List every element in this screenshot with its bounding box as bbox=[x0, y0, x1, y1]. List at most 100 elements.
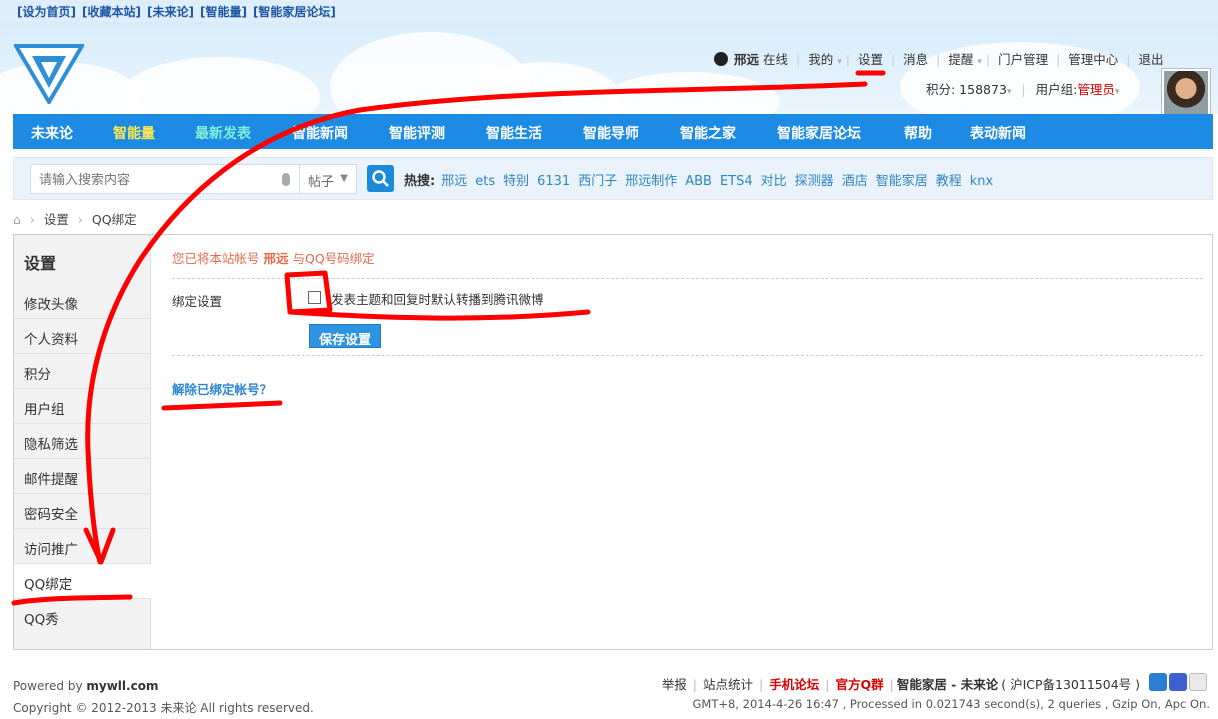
nav-item-zhinengliang[interactable]: 智能量 bbox=[113, 123, 155, 143]
top-link-zhinengliang[interactable]: [智能量] bbox=[200, 5, 247, 19]
sidebar-item-qq-show[interactable]: QQ秀 bbox=[14, 599, 150, 634]
nav-item-news[interactable]: 智能新闻 bbox=[292, 123, 348, 143]
hot-item[interactable]: 教程 bbox=[936, 174, 962, 189]
sidebar-item-email[interactable]: 邮件提醒 bbox=[14, 459, 150, 494]
search-button[interactable] bbox=[367, 165, 394, 192]
divider: | bbox=[985, 52, 991, 67]
footer-site-name[interactable]: 智能家居 - 未来论 bbox=[897, 677, 998, 692]
user-info: 积分: 158873▾ | 用户组:管理员▾ bbox=[926, 79, 1119, 98]
weibo-share-label[interactable]: 发表主题和回复时默认转播到腾讯微博 bbox=[331, 289, 544, 308]
divider: | bbox=[796, 52, 801, 67]
top-link-favorite[interactable]: [收藏本站] bbox=[82, 5, 141, 19]
top-link-forum[interactable]: [智能家居论坛] bbox=[253, 5, 336, 19]
footer-left: Powered by mywll.com Copyright © 2012-20… bbox=[13, 675, 314, 719]
avatar[interactable] bbox=[1161, 68, 1211, 118]
hot-item[interactable]: 酒店 bbox=[842, 174, 868, 189]
chevron-down-icon: ▾ bbox=[1114, 87, 1120, 97]
hot-item[interactable]: ABB bbox=[685, 174, 712, 189]
weibo-share-checkbox[interactable] bbox=[308, 291, 321, 304]
divider: | bbox=[889, 677, 894, 692]
site-logo-icon[interactable] bbox=[14, 44, 84, 104]
online-status: 在线 bbox=[763, 52, 789, 67]
qq-icon bbox=[714, 52, 728, 66]
nav-item-dynamic-news[interactable]: 表动新闻 bbox=[970, 123, 1026, 143]
top-link-weilailun[interactable]: [未来论] bbox=[147, 5, 194, 19]
nav-item-home[interactable]: 智能之家 bbox=[680, 123, 736, 143]
chevron-down-icon: ▾ bbox=[837, 57, 842, 67]
bind-settings-label: 绑定设置 bbox=[172, 294, 223, 309]
username[interactable]: 邢远 bbox=[734, 49, 759, 68]
top-link-home[interactable]: [设为首页] bbox=[17, 5, 76, 19]
divider: | bbox=[936, 52, 941, 67]
footer-link-report[interactable]: 举报 bbox=[662, 677, 687, 692]
divider bbox=[172, 355, 1203, 356]
sidebar-item-password[interactable]: 密码安全 bbox=[14, 494, 150, 529]
nav-item-help[interactable]: 帮助 bbox=[904, 123, 932, 143]
hot-item[interactable]: 智能家居 bbox=[876, 174, 928, 189]
notice-prefix: 您已将本站帐号 bbox=[172, 251, 260, 266]
sidebar-item-usergroup[interactable]: 用户组 bbox=[14, 389, 150, 424]
settings-panel: 设置 修改头像 个人资料 积分 用户组 隐私筛选 邮件提醒 密码安全 访问推广 … bbox=[13, 234, 1213, 650]
divider: | bbox=[825, 677, 830, 692]
group-value[interactable]: 管理员 bbox=[1077, 82, 1115, 97]
sidebar-item-profile[interactable]: 个人资料 bbox=[14, 319, 150, 354]
nav-item-forum[interactable]: 智能家居论坛 bbox=[777, 123, 861, 143]
menu-admin-center[interactable]: 管理中心 bbox=[1068, 49, 1118, 68]
menu-my[interactable]: 我的 bbox=[808, 49, 833, 68]
breadcrumb-qq-bind: QQ绑定 bbox=[91, 212, 137, 227]
hot-item[interactable]: 西门子 bbox=[578, 174, 617, 189]
nav-item-weilailun[interactable]: 未来论 bbox=[31, 123, 73, 143]
hot-item[interactable]: ETS4 bbox=[720, 174, 753, 189]
search-type-select[interactable]: 帖子 ▼ bbox=[299, 164, 357, 194]
nav-item-life[interactable]: 智能生活 bbox=[486, 123, 542, 143]
search-type-value: 帖子 bbox=[308, 175, 335, 190]
google-badge-icon[interactable] bbox=[1149, 673, 1167, 691]
sidebar-item-promotion[interactable]: 访问推广 bbox=[14, 529, 150, 564]
notice-suffix: 与QQ号码绑定 bbox=[292, 251, 375, 266]
menu-messages[interactable]: 消息 bbox=[903, 49, 928, 68]
sidebar-item-privacy[interactable]: 隐私筛选 bbox=[14, 424, 150, 459]
footer-link-stats[interactable]: 站点统计 bbox=[703, 677, 753, 692]
hot-item[interactable]: 6131 bbox=[537, 174, 570, 189]
footer-icp[interactable]: ( 沪ICP备13011504号 ) bbox=[1001, 677, 1140, 692]
unbind-account-link[interactable]: 解除已绑定帐号？ bbox=[172, 379, 272, 398]
hot-item[interactable]: 特别 bbox=[503, 174, 529, 189]
footer-link-qq-group[interactable]: 官方Q群 bbox=[835, 677, 883, 692]
powered-by: Powered by mywll.com bbox=[13, 675, 314, 697]
hot-item[interactable]: 邢远 bbox=[441, 174, 467, 189]
divider bbox=[172, 278, 1203, 279]
menu-reminders[interactable]: 提醒 bbox=[948, 49, 973, 68]
notice-username: 邢远 bbox=[263, 251, 289, 266]
nav-item-latest[interactable]: 最新发表 bbox=[195, 123, 251, 143]
baidu-badge-icon[interactable] bbox=[1169, 673, 1187, 691]
points-label[interactable]: 积分: 158873 bbox=[926, 82, 1007, 97]
home-icon[interactable]: ⌂ bbox=[13, 212, 21, 227]
hot-item[interactable]: 对比 bbox=[761, 174, 787, 189]
save-settings-button[interactable]: 保存设置 bbox=[309, 324, 381, 348]
sidebar-item-qq-bind[interactable]: QQ绑定 bbox=[14, 564, 151, 599]
menu-logout[interactable]: 退出 bbox=[1138, 49, 1163, 68]
footer-link-mobile[interactable]: 手机论坛 bbox=[769, 677, 819, 692]
nav-item-mentor[interactable]: 智能导师 bbox=[583, 123, 639, 143]
sidebar-item-points[interactable]: 积分 bbox=[14, 354, 150, 389]
cnzz-badge-icon[interactable] bbox=[1189, 673, 1207, 691]
hot-item[interactable]: ets bbox=[475, 174, 495, 189]
search-bar: 帖子 ▼ 热搜: 邢远 ets 特别 6131 西门子邢远制作 ABB ETS4 对比探测器酒店智… bbox=[13, 157, 1213, 200]
divider: | bbox=[759, 677, 764, 692]
sidebar-item-avatar[interactable]: 修改头像 bbox=[14, 284, 150, 319]
microphone-icon[interactable] bbox=[282, 173, 290, 186]
hot-searches: 热搜: 邢远 ets 特别 6131 西门子 邢远制作 ABB ETS4 对比 探测器 酒店 智能家居教… bbox=[404, 170, 1001, 189]
menu-portal-admin[interactable]: 门户管理 bbox=[998, 49, 1048, 68]
main-nav: 未来论 智能量 最新发表 智能新闻 智能评测 智能生活 智能导师 智能之家 智能… bbox=[13, 114, 1213, 149]
powered-site-link[interactable]: mywll.com bbox=[86, 679, 158, 693]
hot-item[interactable]: 探测器 bbox=[795, 174, 834, 189]
hot-item[interactable]: knx bbox=[970, 174, 993, 189]
hot-item[interactable]: 邢远制作 bbox=[625, 174, 677, 189]
user-nav: 邢远 在线 | 我的 ▾ | 设置 | 消息 | 提醒 ▾ | 门户管理 | 管理中心… bbox=[714, 49, 1168, 67]
menu-settings[interactable]: 设置 bbox=[858, 49, 883, 68]
breadcrumb-settings[interactable]: 设置 bbox=[44, 212, 69, 227]
search-input[interactable] bbox=[30, 164, 300, 194]
search-icon bbox=[372, 170, 389, 187]
avatar-image bbox=[1164, 71, 1208, 115]
nav-item-reviews[interactable]: 智能评测 bbox=[389, 123, 445, 143]
